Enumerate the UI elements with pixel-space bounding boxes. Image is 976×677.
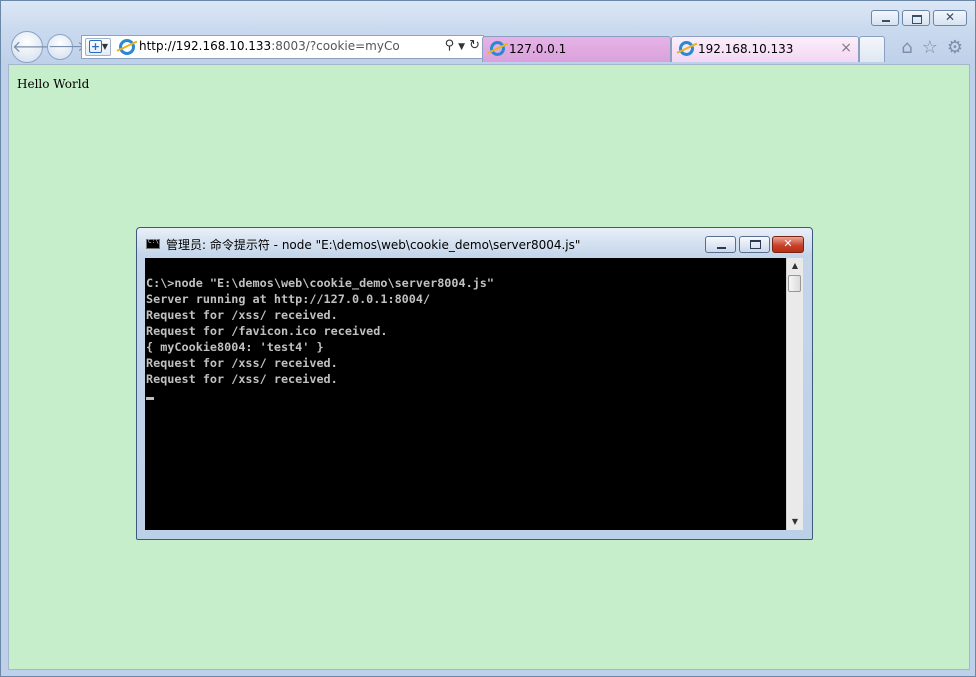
ie-page-icon <box>119 39 135 55</box>
cmd-title: 管理员: 命令提示符 - node "E:\demos\web\cookie_d… <box>166 238 581 252</box>
home-icon[interactable]: ⌂ <box>901 37 912 58</box>
search-icon[interactable]: ⚲ <box>445 38 455 53</box>
navigation-bar: 🡐 🡒 + ▼ http://192.168.10.133:8003/?cook… <box>9 31 967 63</box>
back-button[interactable]: 🡐 <box>11 31 55 63</box>
console-output: C:\>node "E:\demos\web\cookie_demo\serve… <box>146 275 494 387</box>
console-icon <box>146 238 160 249</box>
cmd-close-button[interactable]: ✕ <box>772 236 804 253</box>
tab-192-168-10-133[interactable]: 192.168.10.133 × <box>671 36 859 62</box>
tab-close-icon[interactable]: × <box>840 40 852 56</box>
console-line: Request for /favicon.ico received. <box>146 324 388 338</box>
page-text: Hello World <box>17 77 90 91</box>
tab-label: 127.0.0.1 <box>509 42 567 56</box>
ie-tab-icon <box>490 41 505 56</box>
close-icon: ✕ <box>783 237 793 250</box>
scroll-up-icon[interactable]: ▲ <box>787 258 803 274</box>
favorites-star-icon[interactable]: ☆ <box>922 37 938 58</box>
tools-gear-icon[interactable]: ⚙ <box>947 37 963 58</box>
console-line: Request for /xss/ received. <box>146 356 338 370</box>
minimize-button[interactable] <box>871 10 899 26</box>
cmd-window: 管理员: 命令提示符 - node "E:\demos\web\cookie_d… <box>136 227 813 540</box>
url-text[interactable]: http://192.168.10.133:8003/?cookie=myCoo… <box>139 39 399 53</box>
url-host: http://192.168.10.133 <box>139 39 272 53</box>
console-line: C:\>node "E:\demos\web\cookie_demo\serve… <box>146 276 495 290</box>
forward-arrow-icon: 🡒 <box>48 39 86 55</box>
close-icon: ✕ <box>944 10 956 24</box>
console-cursor <box>146 397 154 400</box>
compatibility-button[interactable]: + ▼ <box>85 38 111 56</box>
cmd-minimize-button[interactable] <box>705 236 736 253</box>
dropdown-icon[interactable]: ▼ <box>458 42 465 52</box>
forward-button[interactable]: 🡒 <box>47 34 86 60</box>
refresh-icon[interactable]: ↻ <box>469 38 480 53</box>
console-line: Server running at http://127.0.0.1:8004/ <box>146 292 431 306</box>
url-path: :8003/?cookie=myCookie80 <box>271 39 399 53</box>
address-bar[interactable]: + ▼ http://192.168.10.133:8003/?cookie=m… <box>81 35 484 59</box>
close-button[interactable]: ✕ <box>933 10 967 26</box>
tab-127-0-0-1[interactable]: 127.0.0.1 <box>482 36 671 62</box>
window-controls: ✕ <box>871 10 967 26</box>
command-icons: ⌂ ☆ ⚙ <box>901 37 963 58</box>
console-area[interactable]: C:\>node "E:\demos\web\cookie_demo\serve… <box>145 258 786 530</box>
console-line: Request for /xss/ received. <box>146 308 338 322</box>
cmd-titlebar[interactable]: 管理员: 命令提示符 - node "E:\demos\web\cookie_d… <box>137 228 812 256</box>
maximize-button[interactable] <box>902 10 930 26</box>
ie-tab-icon <box>679 41 694 56</box>
add-icon: + <box>89 40 102 53</box>
console-line: { myCookie8004: 'test4' } <box>146 340 324 354</box>
console-line: Request for /xss/ received. <box>146 372 338 386</box>
scroll-thumb[interactable] <box>788 275 801 292</box>
vertical-scrollbar[interactable]: ▲ ▼ <box>786 258 803 530</box>
chevron-down-icon: ▼ <box>101 42 108 51</box>
new-tab-button[interactable] <box>859 36 885 62</box>
scroll-down-icon[interactable]: ▼ <box>787 514 803 530</box>
address-tools: ⚲ ▼ ↻ <box>441 38 480 53</box>
cmd-maximize-button[interactable] <box>739 236 770 253</box>
tab-label: 192.168.10.133 <box>698 42 794 56</box>
